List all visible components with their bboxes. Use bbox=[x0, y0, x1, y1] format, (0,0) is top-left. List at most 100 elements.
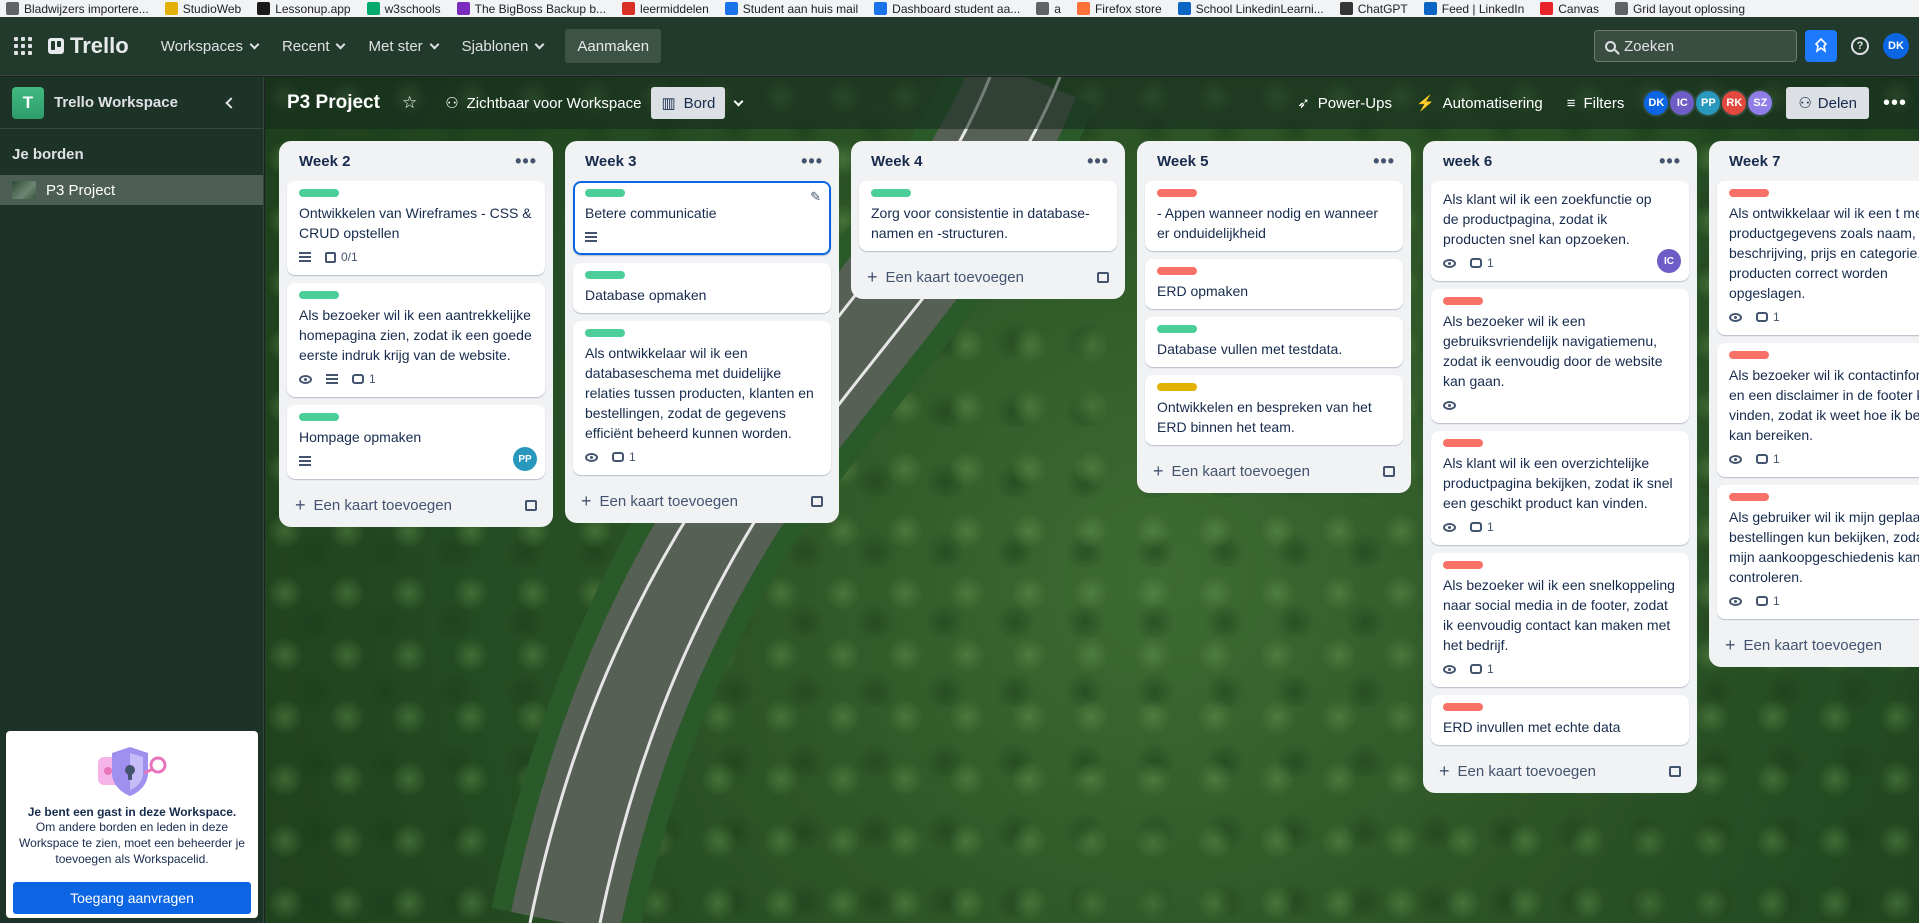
add-card-button[interactable]: + Een kaart toevoegen bbox=[1431, 753, 1689, 789]
list-title[interactable]: Week 7 bbox=[1729, 153, 1780, 170]
list-title[interactable]: Week 2 bbox=[299, 153, 350, 170]
card[interactable]: Als bezoeker wil ik een snelkoppeling na… bbox=[1431, 553, 1689, 687]
card-label[interactable] bbox=[1157, 189, 1197, 197]
card[interactable]: Als bezoeker wil ik een aantrekkelijke h… bbox=[287, 283, 545, 397]
visibility-button[interactable]: ⚇ Zichtbaar voor Workspace bbox=[435, 87, 651, 119]
card-label[interactable] bbox=[1443, 703, 1483, 711]
list-menu-icon[interactable]: ••• bbox=[1087, 152, 1109, 170]
bookmark-item[interactable]: ChatGPT bbox=[1334, 0, 1418, 17]
card-label[interactable] bbox=[1729, 493, 1769, 501]
sidebar-item-p3-project[interactable]: P3 Project bbox=[0, 175, 263, 205]
list-title[interactable]: Week 3 bbox=[585, 153, 636, 170]
search-input[interactable]: Zoeken bbox=[1594, 30, 1797, 62]
card[interactable]: Ontwikkelen en bespreken van het ERD bin… bbox=[1145, 375, 1403, 445]
bookmark-item[interactable]: School LinkedinLearni... bbox=[1172, 0, 1334, 17]
card-label[interactable] bbox=[299, 291, 339, 299]
add-card-button[interactable]: + Een kaart toevoegen bbox=[287, 487, 545, 523]
card[interactable]: Zorg voor consistentie in database-namen… bbox=[859, 181, 1117, 251]
card[interactable]: Als bezoeker wil ik contactinformatie en… bbox=[1717, 343, 1919, 477]
add-card-action[interactable]: + Een kaart toevoegen bbox=[867, 268, 1024, 286]
add-card-button[interactable]: + Een kaart toevoegen bbox=[573, 483, 831, 519]
member-avatar[interactable]: DK bbox=[1642, 89, 1671, 117]
card[interactable]: ERD opmaken bbox=[1145, 259, 1403, 309]
help-icon[interactable]: ? bbox=[1851, 37, 1869, 55]
card[interactable]: Betere communicatie ✎ bbox=[573, 181, 831, 255]
card-label[interactable] bbox=[1443, 297, 1483, 305]
card-label[interactable] bbox=[299, 189, 339, 197]
menu-recent[interactable]: Recent bbox=[270, 30, 357, 62]
card-template-icon[interactable] bbox=[1669, 765, 1681, 777]
bookmark-item[interactable]: Bladwijzers importere... bbox=[0, 0, 159, 17]
bookmark-item[interactable]: Canvas bbox=[1534, 0, 1609, 17]
bookmark-item[interactable]: Feed | LinkedIn bbox=[1418, 0, 1535, 17]
card-label[interactable] bbox=[585, 329, 625, 337]
card[interactable]: ERD invullen met echte data bbox=[1431, 695, 1689, 745]
menu-workspaces[interactable]: Workspaces bbox=[149, 30, 270, 62]
account-avatar[interactable]: DK bbox=[1883, 33, 1909, 59]
card-member-avatar[interactable]: IC bbox=[1657, 249, 1681, 273]
bookmark-item[interactable]: Grid layout oplossing bbox=[1609, 0, 1755, 17]
add-card-action[interactable]: + Een kaart toevoegen bbox=[1725, 636, 1882, 654]
request-access-button[interactable]: Toegang aanvragen bbox=[13, 882, 251, 914]
add-card-button[interactable]: + Een kaart toevoegen bbox=[1717, 627, 1919, 663]
add-card-action[interactable]: + Een kaart toevoegen bbox=[295, 496, 452, 514]
add-card-button[interactable]: + Een kaart toevoegen bbox=[1145, 453, 1403, 489]
card[interactable]: Als gebruiker wil ik mijn geplaatste bes… bbox=[1717, 485, 1919, 619]
card-template-icon[interactable] bbox=[1097, 271, 1109, 283]
menu-starred[interactable]: Met ster bbox=[356, 30, 449, 62]
bookmark-item[interactable]: a bbox=[1030, 0, 1071, 17]
board-menu-icon[interactable]: ••• bbox=[1883, 92, 1907, 115]
bookmark-item[interactable]: Dashboard student aa... bbox=[868, 0, 1030, 17]
bookmark-item[interactable]: Student aan huis mail bbox=[719, 0, 868, 17]
card-member-avatar[interactable]: PP bbox=[513, 447, 537, 471]
card-label[interactable] bbox=[1729, 189, 1769, 197]
card[interactable]: Als bezoeker wil ik een gebruiksvriendel… bbox=[1431, 289, 1689, 423]
list-menu-icon[interactable]: ••• bbox=[801, 152, 823, 170]
card-label[interactable] bbox=[1157, 325, 1197, 333]
card-template-icon[interactable] bbox=[1383, 465, 1395, 477]
automation-button[interactable]: ⚡ Automatisering bbox=[1406, 87, 1553, 119]
powerups-button[interactable]: ➶ Power-Ups bbox=[1287, 87, 1402, 119]
bookmark-item[interactable]: The BigBoss Backup b... bbox=[451, 0, 616, 17]
bookmark-item[interactable]: leermiddelen bbox=[616, 0, 719, 17]
card[interactable]: Als ontwikkelaar wil ik een databasesche… bbox=[573, 321, 831, 475]
notifications-icon[interactable] bbox=[1805, 30, 1837, 62]
card-label[interactable] bbox=[1157, 267, 1197, 275]
member-avatar[interactable]: PP bbox=[1694, 89, 1723, 117]
card-label[interactable] bbox=[585, 271, 625, 279]
card-label[interactable] bbox=[871, 189, 911, 197]
list-title[interactable]: Week 5 bbox=[1157, 153, 1208, 170]
add-card-action[interactable]: + Een kaart toevoegen bbox=[1153, 462, 1310, 480]
list-title[interactable]: Week 4 bbox=[871, 153, 922, 170]
workspace-name[interactable]: Trello Workspace bbox=[54, 94, 217, 111]
bookmark-item[interactable]: w3schools bbox=[361, 0, 451, 17]
board-title[interactable]: P3 Project bbox=[287, 92, 380, 114]
list-menu-icon[interactable]: ••• bbox=[515, 152, 537, 170]
star-icon[interactable]: ☆ bbox=[402, 93, 417, 113]
card[interactable]: Hompage opmaken PP bbox=[287, 405, 545, 479]
collapse-sidebar-icon[interactable] bbox=[225, 96, 237, 109]
filters-button[interactable]: ≡ Filters bbox=[1557, 87, 1635, 119]
edit-icon[interactable]: ✎ bbox=[810, 189, 821, 205]
member-avatar[interactable]: RK bbox=[1720, 89, 1749, 117]
card-label[interactable] bbox=[1729, 351, 1769, 359]
card[interactable]: Database vullen met testdata. bbox=[1145, 317, 1403, 367]
add-card-action[interactable]: + Een kaart toevoegen bbox=[581, 492, 738, 510]
trello-logo[interactable]: Trello bbox=[48, 33, 129, 59]
board-members[interactable]: DK IC PP RK SZ bbox=[1642, 89, 1775, 117]
app-switcher-icon[interactable] bbox=[12, 35, 34, 57]
card-label[interactable] bbox=[299, 413, 339, 421]
card-label[interactable] bbox=[1157, 383, 1197, 391]
bookmark-item[interactable]: StudioWeb bbox=[159, 0, 251, 17]
card[interactable]: Ontwikkelen van Wireframes - CSS & CRUD … bbox=[287, 181, 545, 275]
create-button[interactable]: Aanmaken bbox=[565, 29, 662, 63]
card-template-icon[interactable] bbox=[525, 499, 537, 511]
card-template-icon[interactable] bbox=[811, 495, 823, 507]
member-avatar[interactable]: IC bbox=[1668, 89, 1697, 117]
add-card-action[interactable]: + Een kaart toevoegen bbox=[1439, 762, 1596, 780]
card[interactable]: Als ontwikkelaar wil ik een t met produc… bbox=[1717, 181, 1919, 335]
member-avatar[interactable]: SZ bbox=[1746, 89, 1775, 117]
board-view-button[interactable]: ▥ Bord bbox=[651, 87, 726, 119]
card[interactable]: Als klant wil ik een overzichtelijke pro… bbox=[1431, 431, 1689, 545]
share-button[interactable]: ⚇ Delen bbox=[1786, 87, 1869, 119]
